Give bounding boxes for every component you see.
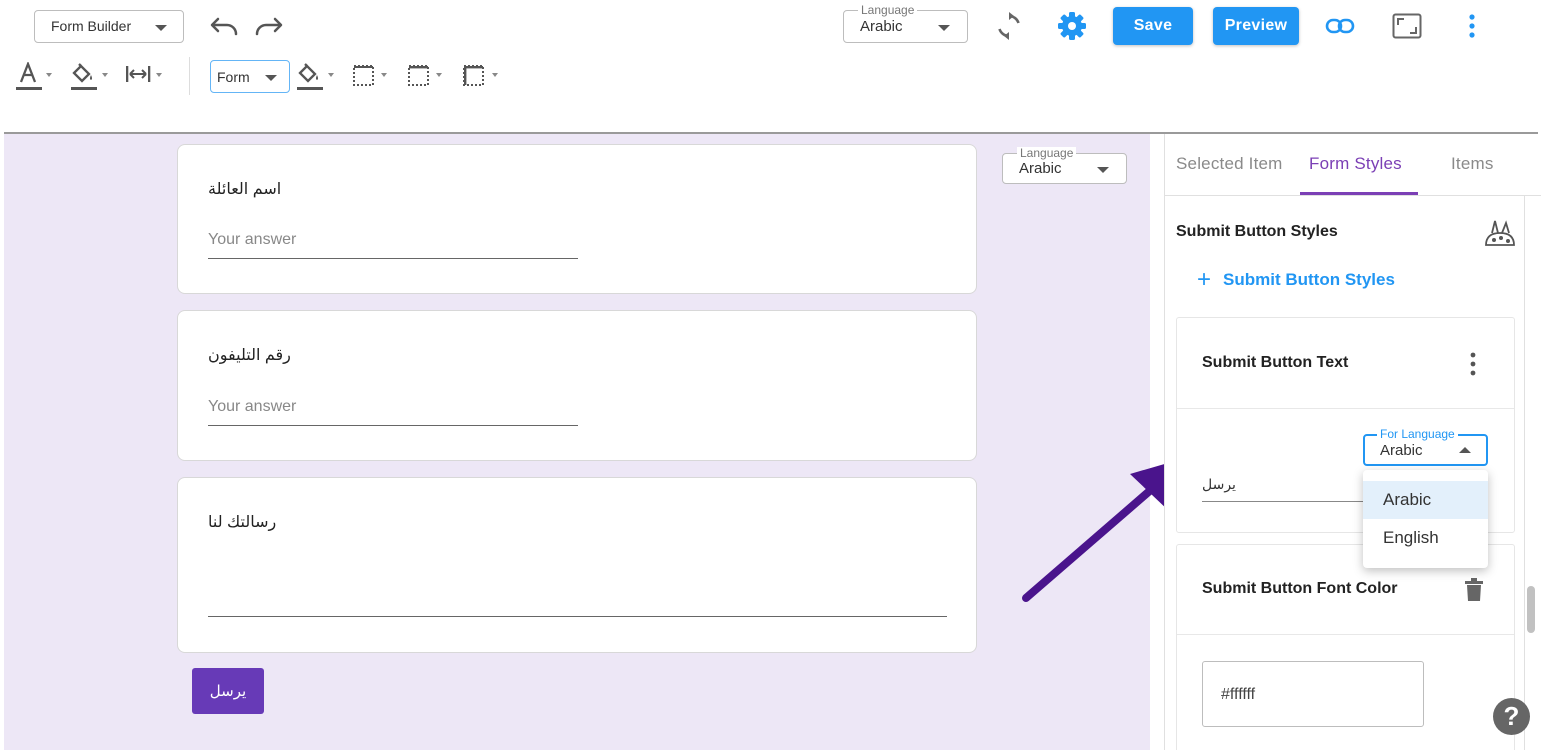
save-button[interactable]: Save (1113, 7, 1193, 45)
sync-icon[interactable] (996, 12, 1022, 40)
mode-select[interactable]: Form Builder (34, 10, 184, 43)
font-color-value: #ffffff (1221, 686, 1256, 703)
background-color-icon[interactable] (296, 62, 340, 92)
fill-color-icon[interactable] (70, 62, 114, 92)
border-left-icon[interactable] (462, 64, 506, 90)
toolbar-separator (189, 57, 190, 95)
for-language-legend: For Language (1377, 428, 1458, 440)
canvas-language-value: Arabic (1019, 160, 1062, 177)
language-dropdown-menu: Arabic English (1363, 470, 1488, 568)
more-vertical-icon[interactable] (1466, 13, 1478, 39)
toolbar-language-value: Arabic (860, 18, 903, 35)
answer-placeholder: Your answer (208, 398, 297, 415)
form-select[interactable]: Form (210, 60, 290, 93)
form-canvas: اسم العائلة Your answer رقم التليفون You… (4, 134, 1150, 750)
toolbar-language-select[interactable]: Language Arabic (843, 4, 968, 43)
add-submit-button-styles-label: Submit Button Styles (1223, 270, 1395, 289)
fullscreen-icon[interactable] (1392, 13, 1422, 39)
toolbar: Form Builder Language Arabic Save Previe… (0, 0, 1542, 133)
toolbar-language-legend: Language (858, 4, 918, 16)
dropdown-option-english[interactable]: English (1363, 519, 1488, 557)
text-color-icon[interactable] (16, 62, 60, 92)
section-title: Submit Button Styles (1176, 223, 1338, 240)
answer-underline (208, 425, 578, 426)
help-button[interactable]: ? (1493, 698, 1530, 735)
answer-underline (208, 258, 578, 259)
chevron-up-icon (1459, 447, 1471, 453)
delete-icon[interactable] (1464, 578, 1484, 602)
canvas-language-select[interactable]: Language Arabic (1002, 147, 1127, 184)
chevron-down-icon (938, 25, 950, 31)
add-submit-button-styles-button[interactable]: + Submit Button Styles (1197, 266, 1395, 293)
tab-form-styles[interactable]: Form Styles (1309, 154, 1402, 174)
submit-button-font-color-card: Submit Button Font Color #ffffff (1176, 544, 1515, 750)
gear-icon[interactable] (1058, 12, 1086, 40)
form-select-value: Form (217, 69, 250, 85)
font-color-input[interactable]: #ffffff (1202, 661, 1424, 727)
submit-button-text-title: Submit Button Text (1202, 354, 1349, 371)
redo-icon[interactable] (253, 14, 283, 38)
mode-select-value: Form Builder (51, 18, 132, 34)
panel-tabs: Selected Item Form Styles Items (1165, 134, 1541, 196)
width-icon[interactable] (124, 62, 170, 92)
border-all-icon[interactable] (352, 64, 394, 90)
more-vertical-icon[interactable] (1467, 351, 1479, 377)
canvas-language-legend: Language (1017, 147, 1077, 159)
panel-scrollbar[interactable] (1527, 586, 1535, 633)
border-top-icon[interactable] (407, 64, 449, 90)
answer-placeholder: Your answer (208, 231, 297, 248)
question-card[interactable]: رسالتك لنا (177, 477, 977, 653)
chevron-down-icon (265, 75, 277, 81)
for-language-value: Arabic (1380, 442, 1423, 459)
dropdown-option-arabic[interactable]: Arabic (1363, 481, 1488, 519)
question-label: رسالتك لنا (208, 514, 277, 531)
card-divider (1177, 408, 1514, 409)
tab-selected-item[interactable]: Selected Item (1176, 154, 1283, 174)
text-underline (1202, 501, 1367, 502)
question-label: رقم التليفون (208, 347, 291, 364)
app-root: Form Builder Language Arabic Save Previe… (0, 0, 1542, 750)
plus-icon: + (1197, 266, 1212, 293)
tab-items[interactable]: Items (1451, 154, 1494, 174)
undo-icon[interactable] (210, 14, 240, 38)
for-language-select[interactable]: For Language Arabic (1363, 428, 1488, 466)
card-divider (1177, 634, 1514, 635)
preview-button[interactable]: Preview (1213, 7, 1299, 45)
question-label: اسم العائلة (208, 181, 282, 198)
submit-button-text-value[interactable]: يرسل (1202, 476, 1236, 493)
question-card[interactable]: اسم العائلة Your answer (177, 144, 977, 294)
chevron-down-icon (155, 25, 167, 31)
link-icon[interactable] (1325, 16, 1355, 36)
answer-underline (208, 616, 947, 617)
tab-indicator (1300, 192, 1418, 195)
chevron-down-icon (1097, 167, 1109, 173)
submit-button-font-color-title: Submit Button Font Color (1202, 580, 1398, 597)
question-card[interactable]: رقم التليفون Your answer (177, 310, 977, 461)
style-preset-icon[interactable] (1483, 218, 1517, 248)
form-submit-button[interactable]: يرسل (192, 668, 264, 714)
